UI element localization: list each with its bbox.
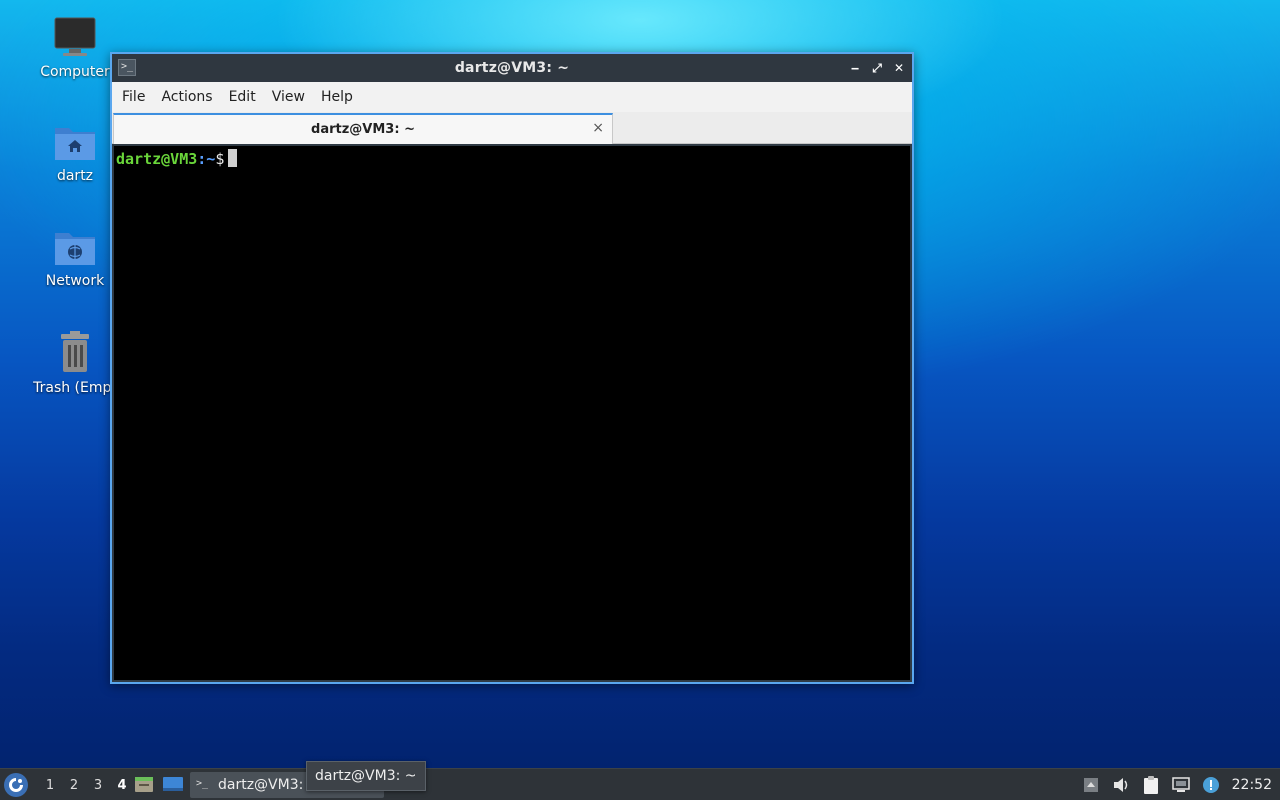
- desktop-1-button[interactable]: 1: [38, 778, 62, 793]
- desktop-icon-label: dartz: [56, 168, 94, 184]
- tab-close-icon[interactable]: ×: [592, 120, 604, 136]
- desktop-icon-label: Computer: [40, 64, 110, 80]
- menubar: File Actions Edit View Help: [112, 82, 912, 112]
- terminal-task-icon: >_: [196, 778, 209, 789]
- clock[interactable]: 22:52: [1226, 777, 1280, 793]
- window-controls: ‒ ⤢ ✕: [846, 58, 908, 78]
- desktop-icon-label: Trash (Empt: [33, 380, 117, 396]
- terminal-app-icon[interactable]: >_: [118, 59, 136, 76]
- close-button[interactable]: ✕: [890, 58, 908, 78]
- trash-icon: [61, 331, 89, 372]
- maximize-button[interactable]: ⤢: [868, 58, 886, 78]
- system-tray: 22:52: [1076, 769, 1280, 800]
- volume-icon[interactable]: [1106, 769, 1136, 800]
- monitor-icon: [54, 17, 96, 56]
- tab-terminal[interactable]: dartz@VM3: ~ ×: [113, 113, 613, 144]
- terminal-output[interactable]: dartz@VM3:~$: [114, 146, 910, 680]
- menu-actions[interactable]: Actions: [161, 85, 223, 109]
- window-titlebar[interactable]: >_ dartz@VM3: ~ ‒ ⤢ ✕: [112, 54, 912, 82]
- minimize-button[interactable]: ‒: [846, 58, 864, 78]
- prompt-symbol: $: [215, 150, 225, 168]
- desktop-switcher: 1 2 3 4: [38, 769, 134, 800]
- taskbar-tooltip: dartz@VM3: ~: [306, 761, 426, 791]
- menu-view[interactable]: View: [272, 85, 316, 109]
- terminal-window: >_ dartz@VM3: ~ ‒ ⤢ ✕ File Actions Edit …: [110, 52, 914, 684]
- task-label: dartz@VM3: ~: [218, 777, 320, 793]
- text-cursor: [228, 149, 238, 167]
- desktop-3-button[interactable]: 3: [86, 778, 110, 793]
- menu-help[interactable]: Help: [321, 85, 364, 109]
- menu-file[interactable]: File: [122, 85, 156, 109]
- tab-label: dartz@VM3: ~: [311, 122, 415, 137]
- taskbar: 1 2 3 4 >_ dartz@VM3: ~ 22:52: [0, 768, 1280, 800]
- application-menu-icon[interactable]: [4, 773, 28, 797]
- window-title: dartz@VM3: ~: [454, 60, 570, 76]
- network-folder-icon: [55, 233, 95, 265]
- tab-bar: dartz@VM3: ~ ×: [112, 112, 912, 144]
- menu-edit[interactable]: Edit: [229, 85, 267, 109]
- desktop-4-button[interactable]: 4: [110, 778, 134, 793]
- desktop-icon-label: Network: [45, 273, 105, 289]
- network-status-icon[interactable]: [1166, 769, 1196, 800]
- clipboard-icon[interactable]: [1136, 769, 1166, 800]
- prompt-path: :~: [197, 150, 216, 168]
- desktop-2-button[interactable]: 2: [62, 778, 86, 793]
- tray-expand-icon[interactable]: [1076, 769, 1106, 800]
- file-manager-launcher-icon[interactable]: [134, 775, 156, 795]
- update-notifier-icon[interactable]: [1196, 769, 1226, 800]
- show-desktop-icon[interactable]: [162, 775, 184, 795]
- home-folder-icon: [55, 128, 95, 160]
- prompt-user: dartz@VM3: [116, 150, 198, 168]
